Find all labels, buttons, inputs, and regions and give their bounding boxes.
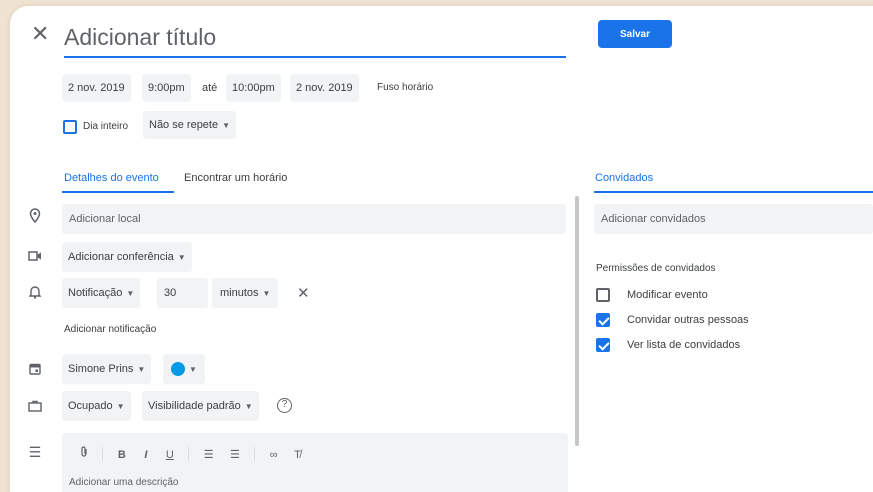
underline-button[interactable]: U: [166, 449, 174, 461]
repeat-label: Não se repete: [149, 119, 219, 131]
briefcase-icon: [27, 399, 43, 415]
color-swatch: [171, 362, 185, 377]
bold-button[interactable]: B: [118, 449, 126, 461]
video-camera-icon: [27, 249, 43, 265]
conference-select[interactable]: Adicionar conferência ▼: [62, 242, 192, 272]
availability-label: Ocupado: [68, 400, 113, 412]
calendar-owner-select[interactable]: Simone Prins ▼: [62, 354, 152, 384]
start-time-button[interactable]: 9:00pm: [142, 74, 191, 102]
description-lines-icon: ☰: [28, 444, 42, 460]
notification-type-select[interactable]: Notificação ▼: [62, 278, 141, 308]
all-day-checkbox[interactable]: [63, 120, 77, 134]
calendar-owner-label: Simone Prins: [68, 363, 134, 375]
chevron-down-icon: ▼: [116, 402, 125, 411]
visibility-label: Visibilidade padrão: [148, 400, 241, 412]
description-editor[interactable]: B I U ☰ ☰ ∞ T̸ Adicionar uma descrição: [62, 433, 568, 492]
tab-event-details[interactable]: Detalhes do evento: [64, 168, 159, 188]
description-placeholder: Adicionar uma descrição: [69, 477, 179, 488]
end-date-button[interactable]: 2 nov. 2019: [290, 74, 359, 102]
link-icon[interactable]: ∞: [270, 449, 278, 461]
notification-type-label: Notificação: [68, 287, 123, 299]
toolbar-separator: [188, 446, 190, 461]
chevron-down-icon: ▼: [262, 289, 271, 298]
availability-select[interactable]: Ocupado ▼: [62, 391, 131, 421]
bulleted-list-icon[interactable]: ☰: [230, 448, 240, 461]
notification-value-input[interactable]: 30: [157, 278, 208, 308]
timezone-button[interactable]: Fuso horário: [377, 74, 433, 102]
permission-label-see-list: Ver lista de convidados: [627, 339, 741, 351]
save-button[interactable]: Salvar: [598, 20, 672, 48]
repeat-select[interactable]: Não se repete ▼: [143, 111, 237, 139]
toolbar-separator: [102, 446, 104, 461]
location-pin-icon: [27, 208, 43, 226]
chevron-down-icon: ▼: [177, 253, 186, 262]
permission-label-modify: Modificar evento: [627, 289, 708, 301]
notification-unit-label: minutos: [220, 287, 259, 299]
add-notification-link[interactable]: Adicionar notificação: [64, 316, 156, 344]
numbered-list-icon[interactable]: ☰: [204, 448, 214, 461]
scrollbar[interactable]: [575, 196, 579, 446]
title-input[interactable]: [64, 18, 566, 58]
permission-label-invite: Convidar outras pessoas: [627, 314, 749, 326]
add-guests-input[interactable]: Adicionar convidados: [594, 204, 873, 234]
permission-checkbox-see-list[interactable]: [596, 338, 610, 352]
calendar-icon: [27, 362, 43, 378]
chevron-down-icon: ▼: [189, 365, 197, 374]
start-date-button[interactable]: 2 nov. 2019: [62, 74, 131, 102]
help-icon[interactable]: ?: [277, 398, 292, 413]
guests-tab-underline: [594, 191, 873, 193]
tab-underline: [62, 191, 174, 193]
location-input[interactable]: Adicionar local: [62, 204, 566, 234]
formatting-toolbar: B I U ☰ ☰ ∞ T̸: [80, 445, 301, 463]
bell-icon: [27, 285, 43, 302]
notification-unit-select[interactable]: minutos ▼: [212, 278, 279, 308]
close-icon[interactable]: ✕: [31, 20, 49, 48]
calendar-color-select[interactable]: ▼: [163, 354, 205, 384]
all-day-label: Dia inteiro: [83, 121, 129, 132]
toolbar-separator: [254, 446, 256, 461]
italic-button[interactable]: I: [144, 449, 147, 461]
permission-checkbox-invite[interactable]: [596, 313, 610, 327]
conference-label: Adicionar conferência: [68, 251, 174, 263]
tab-guests[interactable]: Convidados: [595, 168, 653, 188]
permission-checkbox-modify[interactable]: [596, 288, 610, 302]
chevron-down-icon: ▼: [244, 402, 253, 411]
chevron-down-icon: ▼: [222, 121, 231, 130]
tab-find-time[interactable]: Encontrar um horário: [184, 168, 287, 188]
visibility-select[interactable]: Visibilidade padrão ▼: [142, 391, 259, 421]
end-time-button[interactable]: 10:00pm: [226, 74, 281, 102]
clear-formatting-icon[interactable]: T̸: [294, 449, 301, 461]
until-label: até: [202, 82, 218, 94]
attachment-icon[interactable]: [80, 446, 88, 461]
chevron-down-icon: ▼: [126, 289, 135, 298]
remove-notification-icon[interactable]: ✕: [297, 284, 310, 302]
chevron-down-icon: ▼: [137, 365, 146, 374]
permissions-title: Permissões de convidados: [596, 263, 716, 274]
